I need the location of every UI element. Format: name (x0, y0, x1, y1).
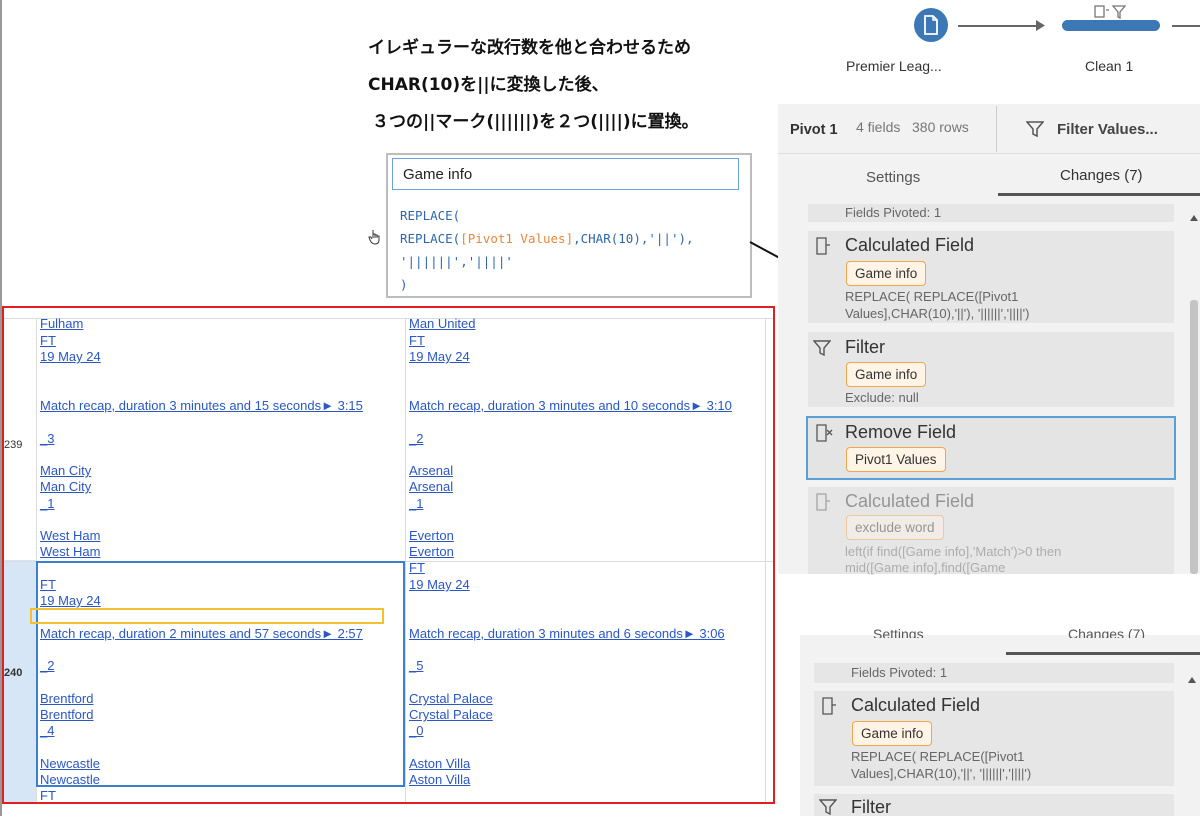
remove-card-field-pill: Pivot1 Values (846, 447, 946, 472)
tab-settings-bottom[interactable]: Settings (873, 626, 924, 638)
pivot-row-count: 380 rows (912, 119, 969, 135)
scrollbar-thumb[interactable] (1190, 300, 1198, 574)
calc-card-title-bottom: Calculated Field (851, 695, 981, 715)
cell-link[interactable]: Everton (409, 544, 454, 560)
cell-link[interactable]: _2 (409, 431, 423, 447)
cell-link[interactable]: Crystal Palace (409, 707, 493, 723)
flow-step-input[interactable] (914, 8, 948, 42)
row-header-selected (4, 560, 36, 802)
filter-icon (819, 799, 837, 816)
cell-link[interactable]: Arsenal (409, 479, 453, 495)
calc2-card-title: Calculated Field (845, 491, 975, 511)
active-tab-indicator-bottom (1006, 652, 1200, 655)
calc-card-field-pill-bottom: Game info (852, 721, 933, 746)
calculated-field-icon (816, 237, 830, 255)
filter-values-button[interactable]: Filter Values... (1057, 121, 1158, 138)
scroll-up-arrow-bottom[interactable] (1188, 668, 1196, 687)
tab-settings[interactable]: Settings (866, 169, 920, 186)
calc-code-line-3[interactable]: '||||||','||||' (400, 254, 513, 269)
grid-row-line (4, 318, 773, 319)
hand-cursor-icon (368, 230, 380, 245)
fields-pivoted-text: Fields Pivoted: 1 (845, 205, 942, 220)
calc-code-line-2[interactable]: REPLACE([Pivot1 Values],CHAR(10),'||'), (400, 231, 694, 246)
filter-card-detail: Exclude: null (845, 390, 919, 405)
caret-up-icon (1190, 215, 1198, 221)
calc-card-formula-1: REPLACE( REPLACE([Pivot1 (845, 289, 1019, 304)
cell-link[interactable]: Aston Villa (409, 756, 470, 772)
clean-icons (1094, 5, 1127, 20)
cell-link[interactable]: _3 (40, 431, 54, 447)
cell-link[interactable]: 19 May 24 (409, 349, 470, 365)
cell-link[interactable]: _5 (409, 658, 423, 674)
calc2-card-formula-2: mid([Game info],find([Game (845, 560, 1006, 575)
fields-pivoted-text-bottom: Fields Pivoted: 1 (851, 665, 948, 680)
cell-link[interactable]: Aston Villa (409, 772, 470, 788)
cell-link[interactable]: _1 (40, 496, 54, 512)
tab-changes[interactable]: Changes (7) (1060, 167, 1143, 184)
flow-step-clean-label: Clean 1 (1085, 58, 1134, 74)
caret-up-icon (1188, 677, 1196, 683)
cell-link[interactable]: Everton (409, 528, 454, 544)
active-tab-indicator (998, 193, 1200, 196)
selected-cell-outline (36, 561, 405, 787)
flow-step-clean[interactable] (1062, 20, 1160, 31)
annotation-line-1: イレギュラーな改行数を他と合わせるため (368, 38, 691, 58)
cell-link[interactable]: Crystal Palace (409, 691, 493, 707)
flow-step-input-label: Premier Leag... (846, 58, 942, 74)
grid-col-line (765, 318, 766, 802)
cell-link[interactable]: 19 May 24 (409, 577, 470, 593)
calc-card-title: Calculated Field (845, 235, 975, 255)
tab-changes-bottom[interactable]: Changes (7) (1068, 626, 1145, 638)
calc-card-formula-2-bottom: Values],CHAR(10),'||', '||||||','||||') (851, 766, 1032, 781)
flow-connector-2 (1172, 25, 1200, 27)
cell-link[interactable]: FT (409, 560, 425, 576)
remove-field-icon (816, 424, 833, 442)
cell-link[interactable]: Match recap, duration 3 minutes and 6 se… (409, 626, 725, 642)
calc2-card-formula-1: left(if find([Game info],'Match')>0 then (845, 544, 1062, 559)
scroll-up-arrow[interactable] (1190, 206, 1198, 221)
filter-card-title-bottom: Filter (851, 797, 891, 816)
calc-card-formula-1-bottom: REPLACE( REPLACE([Pivot1 (851, 749, 1025, 764)
cell-link[interactable]: Match recap, duration 3 minutes and 10 s… (409, 398, 732, 414)
flow-connector (958, 25, 1040, 27)
cell-link[interactable]: Match recap, duration 3 minutes and 15 s… (40, 398, 363, 414)
cell-link[interactable]: Man City (40, 479, 91, 495)
cell-link[interactable]: West Ham (40, 544, 100, 560)
cell-link[interactable]: Man City (40, 463, 91, 479)
pivot-field-count: 4 fields (856, 119, 901, 135)
row-number-240: 240 (4, 667, 23, 679)
filter-icon (1026, 121, 1044, 138)
file-icon (924, 15, 938, 35)
annotation-line-3: ３つの||マーク(||||||)を２つ(||||)に置換。 (372, 112, 699, 132)
cell-link[interactable]: FT (40, 333, 56, 349)
empty-line-highlight (30, 608, 384, 624)
calc-code-line-4[interactable]: ) (400, 277, 408, 292)
filter-card-field-pill: Game info (846, 362, 927, 387)
cell-link[interactable]: FT (409, 333, 425, 349)
row-number-239: 239 (4, 439, 23, 451)
calc-card-field-pill: Game info (846, 261, 927, 286)
cell-link[interactable]: Man United (409, 316, 475, 332)
cell-link[interactable]: _0 (409, 723, 423, 739)
cell-link[interactable]: Fulham (40, 316, 83, 332)
cell-link[interactable]: Arsenal (409, 463, 453, 479)
pivot-name: Pivot 1 (790, 122, 838, 138)
cell-link[interactable]: 19 May 24 (40, 349, 101, 365)
calc2-card-field-pill: exclude word (846, 515, 944, 540)
calculated-field-icon (822, 697, 836, 715)
annotation-line-2: CHAR(10)を||に変換した後、 (368, 75, 609, 95)
grid-col-line (405, 318, 406, 802)
calculated-field-icon (816, 493, 830, 511)
cell-link[interactable]: _1 (409, 496, 423, 512)
cell-link[interactable]: FT (40, 788, 56, 801)
filter-card-title: Filter (845, 337, 885, 357)
filter-icon (813, 340, 831, 357)
remove-card-title: Remove Field (845, 422, 957, 442)
calc-name-input[interactable]: Game info (392, 158, 739, 190)
arrow-head-icon (1036, 20, 1045, 31)
calc-code-line-1[interactable]: REPLACE( (400, 208, 460, 223)
cell-link[interactable]: West Ham (40, 528, 100, 544)
calc-card-formula-2: Values],CHAR(10),'||'), '||||||','||||') (845, 306, 1030, 321)
header-divider (996, 106, 997, 152)
